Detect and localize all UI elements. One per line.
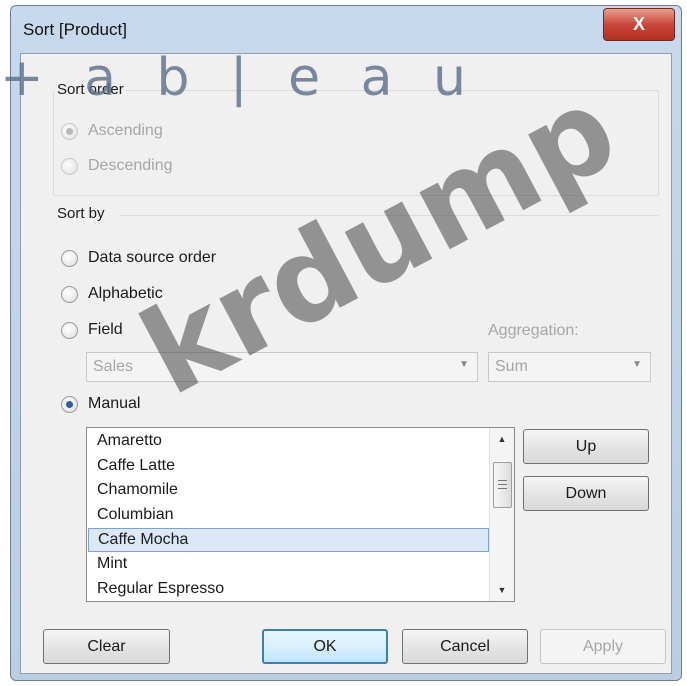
radio-dot-icon: [61, 122, 78, 140]
alphabetic-label: Alphabetic: [88, 285, 163, 302]
descending-label: Descending: [88, 157, 173, 174]
list-item[interactable]: Amaretto: [88, 429, 489, 454]
dialog-body: Sort order Ascending Descending Sort by …: [20, 53, 672, 674]
alphabetic-radio[interactable]: Alphabetic: [61, 285, 163, 303]
list-item-selected[interactable]: Caffe Mocha: [88, 527, 489, 553]
field-label: Field: [88, 321, 123, 338]
apply-button[interactable]: Apply: [540, 629, 666, 664]
aggregation-select-value: Sum: [495, 358, 528, 375]
scroll-up-icon[interactable]: ▲: [490, 434, 514, 444]
dialog-title: Sort [Product]: [23, 20, 127, 39]
up-button[interactable]: Up: [523, 429, 649, 464]
ok-button[interactable]: OK: [262, 629, 388, 664]
down-button[interactable]: Down: [523, 476, 649, 511]
clear-button[interactable]: Clear: [43, 629, 170, 664]
field-select-value: Sales: [93, 358, 134, 375]
data-source-order-label: Data source order: [88, 249, 217, 266]
manual-label: Manual: [88, 395, 141, 412]
manual-sort-list[interactable]: Amaretto Caffe Latte Chamomile Columbian…: [86, 427, 515, 602]
cancel-button[interactable]: Cancel: [402, 629, 528, 664]
list-item[interactable]: Regular Espresso: [88, 577, 489, 602]
list-item[interactable]: Columbian: [88, 503, 489, 528]
radio-dot-icon: [61, 249, 78, 267]
field-radio[interactable]: Field: [61, 321, 123, 339]
ascending-label: Ascending: [88, 122, 163, 139]
grip-icon: [498, 488, 507, 489]
list-item[interactable]: Chamomile: [88, 478, 489, 503]
chevron-down-icon: ▼: [459, 359, 469, 370]
aggregation-label: Aggregation:: [488, 322, 579, 339]
chevron-down-icon: ▼: [632, 359, 642, 370]
sort-by-label: Sort by: [55, 205, 107, 222]
radio-dot-icon: [61, 157, 78, 175]
list-item[interactable]: Mint: [88, 552, 489, 577]
data-source-order-radio[interactable]: Data source order: [61, 249, 216, 267]
grip-icon: [498, 480, 507, 481]
tableau-logo: + a b | e a u: [0, 48, 478, 108]
scroll-down-icon[interactable]: ▼: [490, 585, 514, 595]
ascending-radio[interactable]: Ascending: [61, 122, 163, 140]
descending-radio[interactable]: Descending: [61, 157, 173, 175]
radio-dot-icon: [61, 285, 78, 303]
radio-dot-icon: [61, 321, 78, 339]
aggregation-select[interactable]: Sum ▼: [488, 352, 651, 382]
radio-dot-icon: [61, 395, 78, 413]
scroll-thumb[interactable]: [493, 462, 512, 508]
grip-icon: [498, 484, 507, 485]
manual-radio[interactable]: Manual: [61, 395, 140, 413]
title-bar[interactable]: Sort [Product] X: [11, 6, 681, 52]
sort-by-divider: [119, 215, 659, 216]
close-button[interactable]: X: [603, 8, 675, 41]
field-select[interactable]: Sales ▼: [86, 352, 478, 382]
list-scrollbar[interactable]: ▲ ▼: [489, 428, 514, 601]
list-item[interactable]: Caffe Latte: [88, 454, 489, 479]
